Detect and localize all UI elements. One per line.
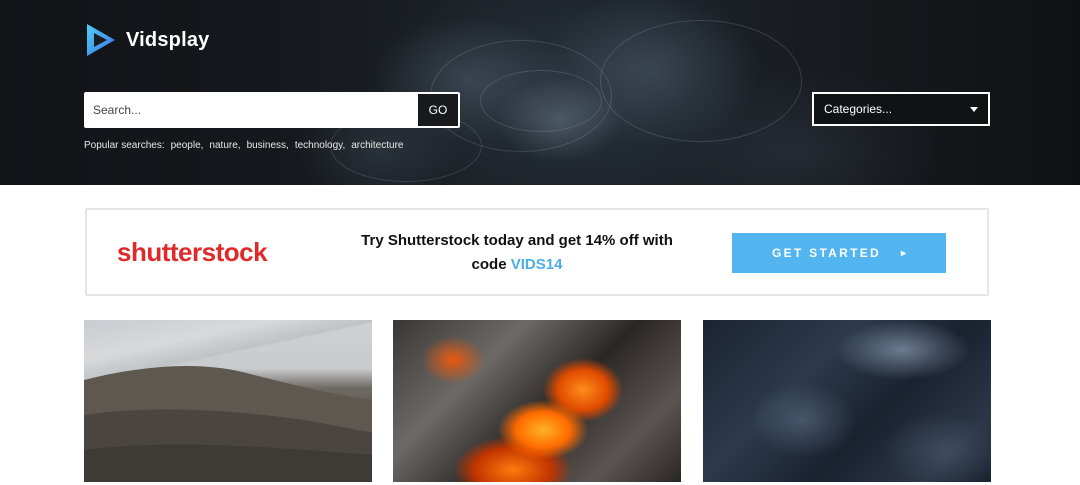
- mountain-image: [84, 365, 372, 482]
- play-triangle-icon: [87, 24, 115, 56]
- popular-search-link[interactable]: people,: [171, 140, 204, 151]
- get-started-label: GET STARTED: [771, 246, 882, 260]
- video-thumbnail-mountain[interactable]: [84, 320, 372, 482]
- categories-selected: Categories...: [824, 102, 893, 116]
- popular-search-link[interactable]: business,: [247, 140, 289, 151]
- popular-searches-label: Popular searches:: [84, 140, 165, 151]
- search-form: GO: [84, 92, 460, 128]
- video-thumbnail-embers[interactable]: [393, 320, 681, 482]
- promo-code-prefix: code: [471, 256, 507, 273]
- video-thumbnail-rocks[interactable]: [703, 320, 991, 482]
- search-go-button[interactable]: GO: [418, 94, 458, 126]
- popular-search-link[interactable]: technology,: [295, 140, 345, 151]
- popular-searches: Popular searches: people, nature, business,…: [84, 140, 409, 151]
- caret-down-icon: [970, 106, 978, 112]
- get-started-button[interactable]: GET STARTED ▸: [732, 233, 946, 273]
- categories-dropdown[interactable]: Categories...: [812, 92, 990, 126]
- hero-banner: Vidsplay GO Popular searches: people, natu…: [0, 0, 1080, 185]
- shutterstock-logo-text: shutterstock: [117, 237, 268, 267]
- promo-banner: shutterstock Try Shutterstock today and …: [85, 208, 989, 296]
- shutterstock-logo[interactable]: shutterstock: [117, 237, 268, 268]
- search-input[interactable]: [84, 92, 416, 128]
- water-ripple: [600, 20, 802, 142]
- promo-text: Try Shutterstock today and get 14% off w…: [322, 229, 712, 277]
- chevron-right-icon: ▸: [901, 247, 907, 259]
- water-ripple: [480, 70, 602, 132]
- popular-search-link[interactable]: architecture: [351, 140, 403, 151]
- site-logo[interactable]: Vidsplay: [84, 22, 210, 58]
- promo-line-2: code VIDS14: [322, 253, 712, 277]
- popular-search-link[interactable]: nature,: [209, 140, 240, 151]
- brand-name: Vidsplay: [126, 28, 210, 51]
- promo-code: VIDS14: [510, 256, 563, 273]
- promo-line-1: Try Shutterstock today and get 14% off w…: [361, 232, 673, 249]
